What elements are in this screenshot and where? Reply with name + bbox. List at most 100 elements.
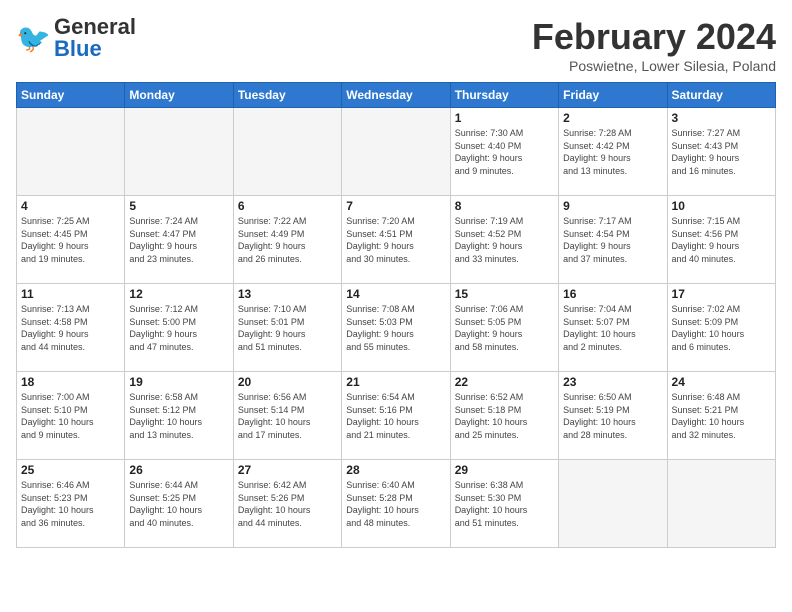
week-row: 18 Sunrise: 7:00 AM Sunset: 5:10 PM Dayli…: [17, 372, 776, 460]
weekday-header: Saturday: [667, 83, 775, 108]
day-number: 1: [455, 111, 554, 125]
day-info: Sunrise: 6:54 AM Sunset: 5:16 PM Dayligh…: [346, 391, 445, 441]
day-info: Sunrise: 7:30 AM Sunset: 4:40 PM Dayligh…: [455, 127, 554, 177]
month-title: February 2024: [532, 16, 776, 58]
day-number: 27: [238, 463, 337, 477]
day-info: Sunrise: 6:48 AM Sunset: 5:21 PM Dayligh…: [672, 391, 771, 441]
calendar-cell: [667, 460, 775, 548]
day-info: Sunrise: 6:38 AM Sunset: 5:30 PM Dayligh…: [455, 479, 554, 529]
day-info: Sunrise: 6:56 AM Sunset: 5:14 PM Dayligh…: [238, 391, 337, 441]
day-number: 12: [129, 287, 228, 301]
weekday-header-row: SundayMondayTuesdayWednesdayThursdayFrid…: [17, 83, 776, 108]
day-number: 13: [238, 287, 337, 301]
calendar-cell: 1 Sunrise: 7:30 AM Sunset: 4:40 PM Daylig…: [450, 108, 558, 196]
weekday-header: Sunday: [17, 83, 125, 108]
day-info: Sunrise: 7:13 AM Sunset: 4:58 PM Dayligh…: [21, 303, 120, 353]
calendar-cell: 22 Sunrise: 6:52 AM Sunset: 5:18 PM Dayli…: [450, 372, 558, 460]
calendar-cell: 16Sunrise: 7:04 AM Sunset: 5:07 PM Dayli…: [559, 284, 667, 372]
day-info: Sunrise: 7:20 AM Sunset: 4:51 PM Dayligh…: [346, 215, 445, 265]
calendar-cell: 3Sunrise: 7:27 AM Sunset: 4:43 PM Daylig…: [667, 108, 775, 196]
day-number: 19: [129, 375, 228, 389]
day-number: 24: [672, 375, 771, 389]
day-number: 8: [455, 199, 554, 213]
calendar-cell: 7 Sunrise: 7:20 AM Sunset: 4:51 PM Daylig…: [342, 196, 450, 284]
week-row: 4 Sunrise: 7:25 AM Sunset: 4:45 PM Daylig…: [17, 196, 776, 284]
day-number: 5: [129, 199, 228, 213]
day-info: Sunrise: 6:52 AM Sunset: 5:18 PM Dayligh…: [455, 391, 554, 441]
calendar-cell: 26Sunrise: 6:44 AM Sunset: 5:25 PM Dayli…: [125, 460, 233, 548]
calendar-cell: 24 Sunrise: 6:48 AM Sunset: 5:21 PM Dayli…: [667, 372, 775, 460]
day-info: Sunrise: 7:08 AM Sunset: 5:03 PM Dayligh…: [346, 303, 445, 353]
calendar-cell: 17 Sunrise: 7:02 AM Sunset: 5:09 PM Dayli…: [667, 284, 775, 372]
day-number: 23: [563, 375, 662, 389]
day-info: Sunrise: 7:27 AM Sunset: 4:43 PM Dayligh…: [672, 127, 771, 177]
day-info: Sunrise: 7:06 AM Sunset: 5:05 PM Dayligh…: [455, 303, 554, 353]
day-number: 14: [346, 287, 445, 301]
day-number: 16: [563, 287, 662, 301]
weekday-header: Friday: [559, 83, 667, 108]
day-number: 29: [455, 463, 554, 477]
day-info: Sunrise: 7:17 AM Sunset: 4:54 PM Dayligh…: [563, 215, 662, 265]
day-info: Sunrise: 7:19 AM Sunset: 4:52 PM Dayligh…: [455, 215, 554, 265]
weekday-header: Tuesday: [233, 83, 341, 108]
day-number: 9: [563, 199, 662, 213]
day-number: 2: [563, 111, 662, 125]
day-info: Sunrise: 7:02 AM Sunset: 5:09 PM Dayligh…: [672, 303, 771, 353]
weekday-header: Monday: [125, 83, 233, 108]
svg-text:🐦: 🐦: [16, 23, 51, 54]
day-info: Sunrise: 7:24 AM Sunset: 4:47 PM Dayligh…: [129, 215, 228, 265]
day-info: Sunrise: 7:22 AM Sunset: 4:49 PM Dayligh…: [238, 215, 337, 265]
day-info: Sunrise: 7:15 AM Sunset: 4:56 PM Dayligh…: [672, 215, 771, 265]
calendar-cell: 28 Sunrise: 6:40 AM Sunset: 5:28 PM Dayli…: [342, 460, 450, 548]
logo-icon: 🐦: [16, 20, 52, 56]
week-row: 25 Sunrise: 6:46 AM Sunset: 5:23 PM Dayli…: [17, 460, 776, 548]
calendar-cell: [233, 108, 341, 196]
logo: 🐦 GeneralBlue: [16, 16, 136, 60]
logo-text: GeneralBlue: [54, 16, 136, 60]
calendar-cell: 2 Sunrise: 7:28 AM Sunset: 4:42 PM Daylig…: [559, 108, 667, 196]
day-number: 22: [455, 375, 554, 389]
day-info: Sunrise: 7:00 AM Sunset: 5:10 PM Dayligh…: [21, 391, 120, 441]
day-info: Sunrise: 7:12 AM Sunset: 5:00 PM Dayligh…: [129, 303, 228, 353]
day-number: 10: [672, 199, 771, 213]
calendar-cell: [559, 460, 667, 548]
title-area: February 2024 Poswietne, Lower Silesia, …: [532, 16, 776, 74]
calendar-table: SundayMondayTuesdayWednesdayThursdayFrid…: [16, 82, 776, 548]
calendar-cell: 9 Sunrise: 7:17 AM Sunset: 4:54 PM Daylig…: [559, 196, 667, 284]
calendar-cell: 15 Sunrise: 7:06 AM Sunset: 5:05 PM Dayli…: [450, 284, 558, 372]
day-info: Sunrise: 6:58 AM Sunset: 5:12 PM Dayligh…: [129, 391, 228, 441]
week-row: 11 Sunrise: 7:13 AM Sunset: 4:58 PM Dayli…: [17, 284, 776, 372]
day-number: 28: [346, 463, 445, 477]
day-number: 11: [21, 287, 120, 301]
weekday-header: Thursday: [450, 83, 558, 108]
day-number: 4: [21, 199, 120, 213]
calendar-cell: 14 Sunrise: 7:08 AM Sunset: 5:03 PM Dayli…: [342, 284, 450, 372]
day-number: 21: [346, 375, 445, 389]
day-info: Sunrise: 6:46 AM Sunset: 5:23 PM Dayligh…: [21, 479, 120, 529]
calendar-cell: 10 Sunrise: 7:15 AM Sunset: 4:56 PM Dayli…: [667, 196, 775, 284]
calendar-cell: [342, 108, 450, 196]
calendar-cell: 25 Sunrise: 6:46 AM Sunset: 5:23 PM Dayli…: [17, 460, 125, 548]
calendar-cell: [17, 108, 125, 196]
day-info: Sunrise: 6:40 AM Sunset: 5:28 PM Dayligh…: [346, 479, 445, 529]
calendar-cell: 5 Sunrise: 7:24 AM Sunset: 4:47 PM Daylig…: [125, 196, 233, 284]
day-number: 18: [21, 375, 120, 389]
day-info: Sunrise: 6:42 AM Sunset: 5:26 PM Dayligh…: [238, 479, 337, 529]
day-number: 15: [455, 287, 554, 301]
day-info: Sunrise: 6:44 AM Sunset: 5:25 PM Dayligh…: [129, 479, 228, 529]
day-number: 17: [672, 287, 771, 301]
day-number: 6: [238, 199, 337, 213]
day-info: Sunrise: 7:28 AM Sunset: 4:42 PM Dayligh…: [563, 127, 662, 177]
calendar-cell: 23Sunrise: 6:50 AM Sunset: 5:19 PM Dayli…: [559, 372, 667, 460]
day-number: 7: [346, 199, 445, 213]
calendar-cell: 20Sunrise: 6:56 AM Sunset: 5:14 PM Dayli…: [233, 372, 341, 460]
calendar-cell: 18 Sunrise: 7:00 AM Sunset: 5:10 PM Dayli…: [17, 372, 125, 460]
day-number: 25: [21, 463, 120, 477]
calendar-cell: 6 Sunrise: 7:22 AM Sunset: 4:49 PM Daylig…: [233, 196, 341, 284]
calendar-cell: 12 Sunrise: 7:12 AM Sunset: 5:00 PM Dayli…: [125, 284, 233, 372]
calendar-cell: 8 Sunrise: 7:19 AM Sunset: 4:52 PM Daylig…: [450, 196, 558, 284]
calendar-cell: 21 Sunrise: 6:54 AM Sunset: 5:16 PM Dayli…: [342, 372, 450, 460]
weekday-header: Wednesday: [342, 83, 450, 108]
day-info: Sunrise: 7:10 AM Sunset: 5:01 PM Dayligh…: [238, 303, 337, 353]
day-info: Sunrise: 7:25 AM Sunset: 4:45 PM Dayligh…: [21, 215, 120, 265]
